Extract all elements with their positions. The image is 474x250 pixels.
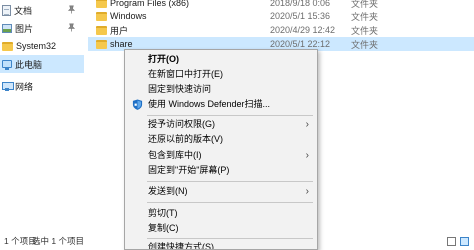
nav-item-label: 网络 (15, 81, 34, 92)
file-type: 文件夹 (351, 39, 379, 50)
menu-item-create-shortcut[interactable]: 创建快捷方式(S) (125, 240, 317, 249)
menu-item-restore-versions[interactable]: 还原以前的版本(V) (125, 132, 317, 147)
nav-item-label: 此电脑 (15, 59, 43, 70)
context-menu: 打开(O) 在新窗口中打开(E) 固定到快速访问 使用 Windows Defe… (124, 49, 318, 250)
pictures-icon (2, 23, 12, 33)
selected-count: 选中 1 个项目 (32, 236, 84, 246)
file-date: 2020/5/1 15:36 (270, 11, 331, 21)
submenu-arrow-icon: › (305, 186, 309, 197)
menu-item-pin-start[interactable]: 固定到"开始"屏幕(P) (125, 163, 317, 178)
file-date: 2018/9/18 0:06 (270, 0, 331, 8)
file-row[interactable]: 用户 2020/4/29 12:42 文件夹 (88, 23, 474, 37)
nav-item-documents[interactable]: 文档 (0, 1, 84, 19)
navigation-pane: 文档 图片 System32 此电脑 网络 (0, 0, 84, 232)
menu-separator (147, 115, 313, 116)
menu-item-open[interactable]: 打开(O) (125, 52, 317, 67)
menu-item-label: 发送到(N) (148, 186, 188, 196)
menu-item-label: 包含到库中(I) (148, 150, 202, 160)
document-icon (2, 4, 11, 16)
nav-item-system32[interactable]: System32 (0, 37, 84, 55)
file-row[interactable]: Windows 2020/5/1 15:36 文件夹 (88, 9, 474, 23)
file-date: 2020/4/29 12:42 (270, 25, 336, 35)
file-name: Program Files (x86) (110, 0, 190, 8)
menu-item-defender-scan[interactable]: 使用 Windows Defender扫描... (125, 97, 317, 112)
file-type: 文件夹 (351, 25, 379, 36)
menu-item-cut[interactable]: 剪切(T) (125, 206, 317, 221)
menu-separator (147, 238, 313, 239)
large-icons-view-icon[interactable] (460, 237, 469, 246)
submenu-arrow-icon: › (305, 119, 309, 130)
menu-item-copy[interactable]: 复制(C) (125, 221, 317, 236)
nav-item-network[interactable]: 网络 (0, 77, 84, 95)
menu-item-include-library[interactable]: 包含到库中(I) › (125, 148, 317, 163)
folder-icon (96, 39, 107, 49)
file-name: Windows (110, 11, 147, 21)
menu-item-pin-quick-access[interactable]: 固定到快速访问 (125, 82, 317, 97)
menu-item-send-to[interactable]: 发送到(N) › (125, 184, 317, 199)
computer-icon (2, 60, 12, 70)
nav-item-this-pc[interactable]: 此电脑 (0, 55, 84, 73)
nav-item-pictures[interactable]: 图片 (0, 19, 84, 37)
menu-separator (147, 202, 313, 203)
menu-item-label: 授予访问权限(G) (148, 119, 215, 129)
file-name: 用户 (110, 25, 129, 36)
folder-icon (96, 25, 107, 35)
menu-separator (147, 181, 313, 182)
folder-icon (2, 41, 13, 51)
file-name: share (110, 39, 133, 49)
nav-item-label: 图片 (15, 23, 34, 34)
menu-item-label: 使用 Windows Defender扫描... (148, 99, 271, 109)
network-icon (2, 81, 14, 91)
folder-icon (96, 0, 107, 8)
pin-icon[interactable] (67, 23, 76, 32)
details-view-icon[interactable] (447, 237, 456, 246)
file-type: 文件夹 (351, 11, 379, 22)
defender-shield-icon (132, 99, 143, 110)
menu-item-open-new-window[interactable]: 在新窗口中打开(E) (125, 67, 317, 82)
pin-icon[interactable] (67, 5, 76, 14)
file-date: 2020/5/1 22:12 (270, 39, 331, 49)
folder-icon (96, 11, 107, 21)
menu-item-give-access[interactable]: 授予访问权限(G) › (125, 117, 317, 132)
submenu-arrow-icon: › (305, 150, 309, 161)
nav-item-label: 文档 (14, 5, 33, 16)
nav-item-label: System32 (16, 41, 57, 51)
